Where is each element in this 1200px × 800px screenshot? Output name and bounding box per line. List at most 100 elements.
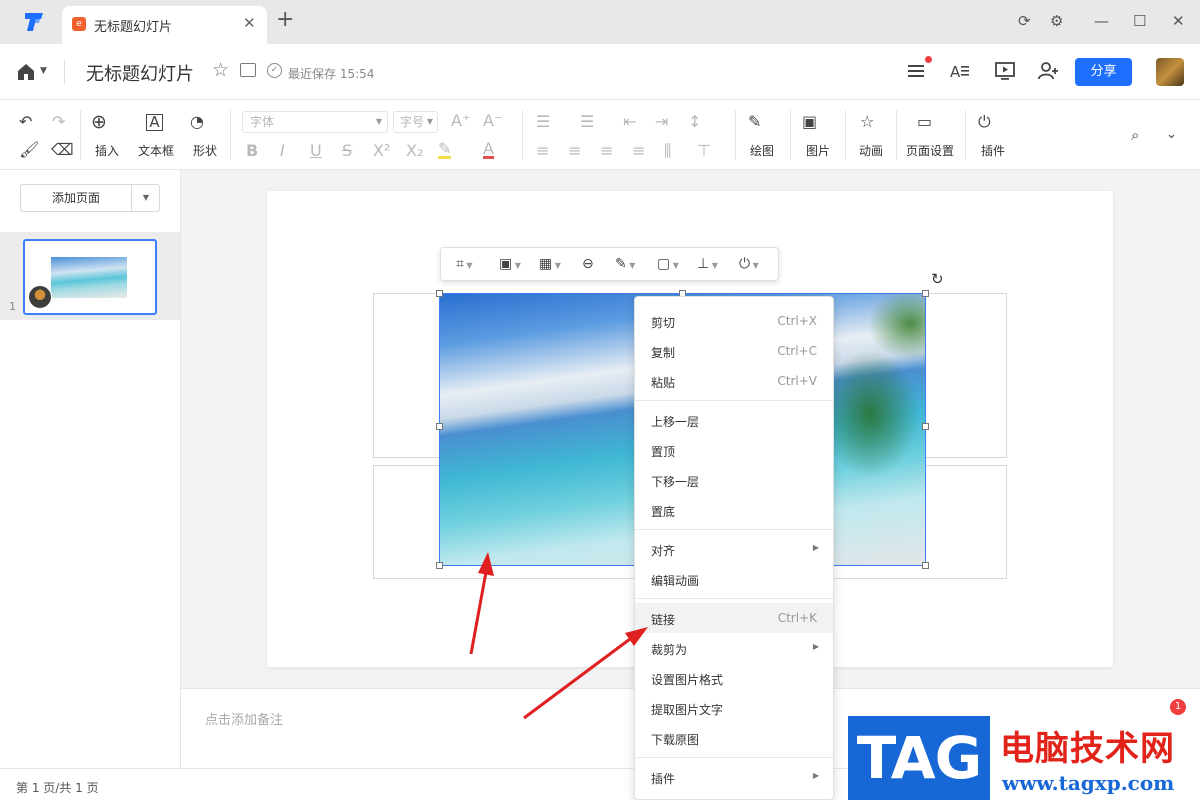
notification-badge[interactable]: 1 — [1170, 699, 1186, 715]
indent-icon[interactable]: ⇥ — [655, 113, 668, 131]
crop-icon[interactable]: ⌗ ▼ — [456, 256, 473, 274]
star-icon[interactable]: ☆ — [212, 60, 229, 80]
textbox-icon[interactable]: A — [146, 114, 163, 131]
text-format-icon[interactable]: A — [949, 60, 971, 82]
resize-handle[interactable] — [436, 290, 443, 297]
draw-label[interactable]: 绘图 — [750, 142, 774, 159]
border-color-icon[interactable]: ✎ ▼ — [615, 256, 635, 274]
chevron-down-icon[interactable]: ▼ — [133, 185, 159, 211]
outdent-icon[interactable]: ⇤ — [623, 113, 636, 131]
menu-item-link[interactable]: 链接 Ctrl+K — [635, 603, 833, 633]
menu-icon[interactable] — [906, 60, 928, 82]
menu-item-bring-to-front[interactable]: 置顶 — [635, 435, 833, 465]
page-setup-label[interactable]: 页面设置 — [906, 142, 954, 159]
rotate-icon[interactable]: ↻ — [931, 270, 944, 288]
chevron-down-icon[interactable]: ▼ — [40, 66, 47, 76]
format-painter-icon[interactable]: 🖌 — [19, 141, 39, 159]
insert-label[interactable]: 插入 — [95, 142, 119, 159]
maximize-icon[interactable]: ☐ — [1133, 12, 1146, 30]
picture-icon[interactable]: ▣ — [802, 113, 817, 131]
presentation-icon[interactable] — [994, 60, 1016, 82]
resize-handle[interactable] — [922, 562, 929, 569]
resize-handle[interactable] — [922, 423, 929, 430]
subscript-icon[interactable]: X₂ — [406, 142, 423, 160]
menu-item-bring-forward[interactable]: 上移一层 — [635, 405, 833, 435]
menu-item-crop-to[interactable]: 裁剪为 ▶ — [635, 633, 833, 663]
font-family-select[interactable]: 字体 ▼ — [242, 111, 388, 133]
add-page-button[interactable]: 添加页面 ▼ — [20, 184, 160, 212]
menu-item-cut[interactable]: 剪切 Ctrl+X — [635, 306, 833, 336]
italic-icon[interactable]: I — [280, 142, 285, 160]
minimize-icon[interactable]: — — [1094, 12, 1109, 30]
insert-icon[interactable]: ⊕ — [91, 113, 107, 132]
plugin-label[interactable]: 插件 — [981, 142, 1005, 159]
underline-icon[interactable]: U — [310, 142, 322, 160]
menu-item-download-original[interactable]: 下载原图 — [635, 723, 833, 753]
close-window-icon[interactable]: ✕ — [1172, 12, 1185, 30]
add-page-label[interactable]: 添加页面 — [21, 185, 132, 211]
picture-label[interactable]: 图片 — [806, 142, 830, 159]
wrap-icon[interactable]: ⊖ — [582, 256, 594, 272]
plugin-icon[interactable]: ⏻ ▼ — [739, 256, 759, 274]
menu-item-align[interactable]: 对齐 ▶ — [635, 534, 833, 564]
move-to-folder-icon[interactable] — [240, 63, 256, 77]
search-icon[interactable]: ⌕ — [1131, 126, 1139, 144]
bullet-list-icon[interactable]: ☰ — [536, 113, 550, 131]
plugin-icon[interactable]: ⏻ — [978, 113, 991, 131]
document-tab[interactable]: e 无标题幻灯片 ✕ — [62, 6, 267, 44]
bold-icon[interactable]: B — [246, 142, 258, 160]
highlight-icon[interactable]: ✎ — [438, 141, 452, 159]
strikethrough-icon[interactable]: S — [342, 142, 352, 160]
shape-label[interactable]: 形状 — [193, 142, 217, 159]
close-tab-icon[interactable]: ✕ — [243, 14, 256, 32]
textbox-label[interactable]: 文本框 — [138, 142, 174, 159]
increase-font-icon[interactable]: A⁺ — [451, 112, 470, 130]
notes-placeholder[interactable]: 点击添加备注 — [205, 709, 283, 728]
superscript-icon[interactable]: X² — [373, 142, 390, 160]
sync-icon[interactable]: ⟳ — [1018, 12, 1031, 30]
collapse-toolbar-icon[interactable]: ⌄ — [1166, 126, 1177, 144]
slide-thumbnail-row[interactable]: 1 — [0, 232, 180, 320]
resize-handle[interactable] — [922, 290, 929, 297]
align-center-icon[interactable]: ≡ — [568, 142, 581, 160]
menu-item-extract-text[interactable]: 提取图片文字 — [635, 693, 833, 723]
undo-icon[interactable]: ↶ — [19, 113, 32, 131]
animation-label[interactable]: 动画 — [859, 142, 883, 159]
shadow-icon[interactable]: ▢ ▼ — [657, 256, 679, 274]
resize-handle[interactable] — [436, 423, 443, 430]
align-icon[interactable]: ⊥ ▼ — [697, 256, 718, 274]
new-tab-icon[interactable]: + — [276, 9, 294, 31]
share-button[interactable]: 分享 — [1075, 58, 1132, 86]
page-setup-icon[interactable]: ▭ — [917, 113, 932, 131]
menu-item-copy[interactable]: 复制 Ctrl+C — [635, 336, 833, 366]
document-title[interactable]: 无标题幻灯片 — [86, 60, 194, 86]
line-spacing-icon[interactable]: ↕ — [688, 113, 701, 131]
replace-picture-icon[interactable]: ▣ ▼ — [499, 256, 521, 274]
menu-item-send-backward[interactable]: 下移一层 — [635, 465, 833, 495]
user-avatar[interactable] — [1156, 58, 1184, 86]
settings-icon[interactable]: ⚙ — [1050, 12, 1063, 30]
home-icon[interactable] — [17, 63, 35, 81]
menu-item-format-picture[interactable]: 设置图片格式 — [635, 663, 833, 693]
font-color-icon[interactable]: A — [483, 141, 494, 159]
animation-icon[interactable]: ☆ — [860, 113, 874, 131]
redo-icon[interactable]: ↷ — [52, 113, 65, 131]
resize-handle[interactable] — [436, 562, 443, 569]
vertical-align-icon[interactable]: ⊤ — [697, 142, 711, 160]
eraser-icon[interactable]: ⌫ — [51, 141, 74, 159]
picture-effects-icon[interactable]: ▦ ▼ — [539, 256, 561, 274]
add-collaborator-icon[interactable] — [1037, 60, 1059, 82]
align-left-icon[interactable]: ≡ — [536, 142, 549, 160]
app-logo-icon[interactable] — [22, 11, 46, 33]
menu-item-send-to-back[interactable]: 置底 — [635, 495, 833, 525]
numbered-list-icon[interactable]: ☰ — [580, 113, 594, 131]
decrease-font-icon[interactable]: A⁻ — [483, 112, 502, 130]
distribute-icon[interactable]: ⫼ — [664, 142, 671, 160]
menu-item-edit-animation[interactable]: 编辑动画 — [635, 564, 833, 594]
draw-icon[interactable]: ✎ — [748, 113, 761, 131]
justify-icon[interactable]: ≡ — [632, 142, 645, 160]
font-size-select[interactable]: 字号 ▼ — [393, 111, 438, 133]
menu-item-paste[interactable]: 粘贴 Ctrl+V — [635, 366, 833, 396]
align-right-icon[interactable]: ≡ — [600, 142, 613, 160]
menu-item-plugin[interactable]: 插件 ▶ — [635, 762, 833, 792]
